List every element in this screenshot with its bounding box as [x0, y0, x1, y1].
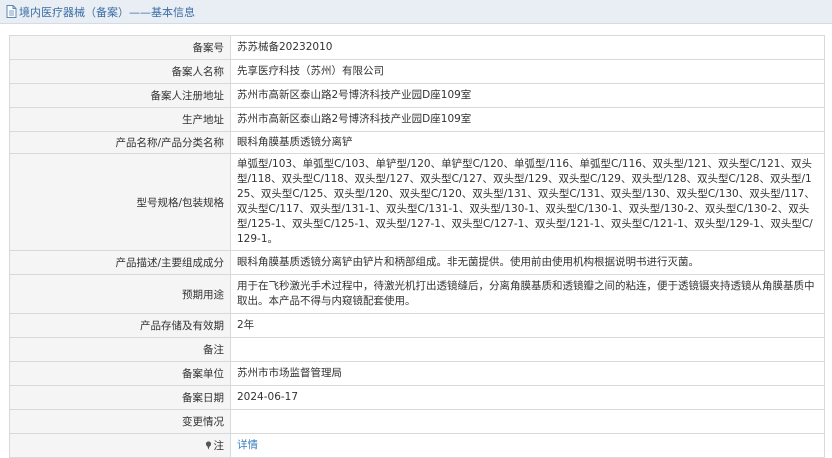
row-value	[230, 337, 825, 362]
table-row: 备注	[9, 337, 825, 362]
row-label: 产品名称/产品分类名称	[9, 131, 231, 154]
table-row: 备案人名称 先享医疗科技（苏州）有限公司	[9, 59, 825, 84]
pin-icon	[205, 441, 211, 450]
row-value	[230, 409, 825, 434]
row-value: 2年	[230, 313, 825, 338]
row-label: 备案号	[9, 35, 231, 60]
row-value: 苏州市高新区泰山路2号博济科技产业园D座109室	[230, 107, 825, 132]
table-row: 型号规格/包装规格 单弧型/103、单弧型C/103、单铲型/120、单铲型C/…	[9, 153, 825, 251]
table-row: 备案日期 2024-06-17	[9, 385, 825, 410]
table-row: 生产地址 苏州市高新区泰山路2号博济科技产业园D座109室	[9, 107, 825, 132]
row-label: 备案人注册地址	[9, 83, 231, 108]
row-label: 备案日期	[9, 385, 231, 410]
table-row: 产品名称/产品分类名称 眼科角膜基质透镜分离铲	[9, 131, 825, 154]
row-label: 型号规格/包装规格	[9, 153, 231, 251]
page-title: 境内医疗器械（备案）——基本信息	[19, 5, 195, 19]
info-table: 备案号 苏苏械备20232010 备案人名称 先享医疗科技（苏州）有限公司 备案…	[9, 35, 825, 458]
row-value: 苏州市市场监督管理局	[230, 361, 825, 386]
row-label: 变更情况	[9, 409, 231, 434]
row-label: 预期用途	[9, 274, 231, 314]
table-row: 备案人注册地址 苏州市高新区泰山路2号博济科技产业园D座109室	[9, 83, 825, 108]
row-label: 备案人名称	[9, 59, 231, 84]
table-row: 备案单位 苏州市市场监督管理局	[9, 361, 825, 386]
row-value: 眼科角膜基质透镜分离铲	[230, 131, 825, 154]
row-value: 单弧型/103、单弧型C/103、单铲型/120、单铲型C/120、单弧型/11…	[230, 153, 825, 251]
row-label: 备案单位	[9, 361, 231, 386]
document-icon	[6, 5, 17, 18]
row-value: 苏州市高新区泰山路2号博济科技产业园D座109室	[230, 83, 825, 108]
row-value: 眼科角膜基质透镜分离铲由铲片和柄部组成。非无菌提供。使用前由使用机构根据说明书进…	[230, 250, 825, 275]
title-bar: 境内医疗器械（备案）——基本信息	[0, 0, 832, 24]
table-row: 预期用途 用于在飞秒激光手术过程中，待激光机打出透镜缝后，分离角膜基质和透镜瓣之…	[9, 274, 825, 314]
row-value: 先享医疗科技（苏州）有限公司	[230, 59, 825, 84]
row-label: 产品描述/主要组成成分	[9, 250, 231, 275]
row-value: 苏苏械备20232010	[230, 35, 825, 60]
row-label: 生产地址	[9, 107, 231, 132]
row-label: 备注	[9, 337, 231, 362]
row-label: 产品存储及有效期	[9, 313, 231, 338]
row-value: 用于在飞秒激光手术过程中，待激光机打出透镜缝后，分离角膜基质和透镜瓣之间的粘连，…	[230, 274, 825, 314]
row-value: 2024-06-17	[230, 385, 825, 410]
details-link[interactable]: 详情	[237, 439, 258, 451]
table-row: 变更情况	[9, 409, 825, 434]
table-row: 产品描述/主要组成成分 眼科角膜基质透镜分离铲由铲片和柄部组成。非无菌提供。使用…	[9, 250, 825, 275]
table-row: 产品存储及有效期 2年	[9, 313, 825, 338]
info-table-container: 备案号 苏苏械备20232010 备案人名称 先享医疗科技（苏州）有限公司 备案…	[9, 35, 825, 458]
table-row: 备案号 苏苏械备20232010	[9, 35, 825, 60]
row-label: 注	[213, 440, 225, 452]
